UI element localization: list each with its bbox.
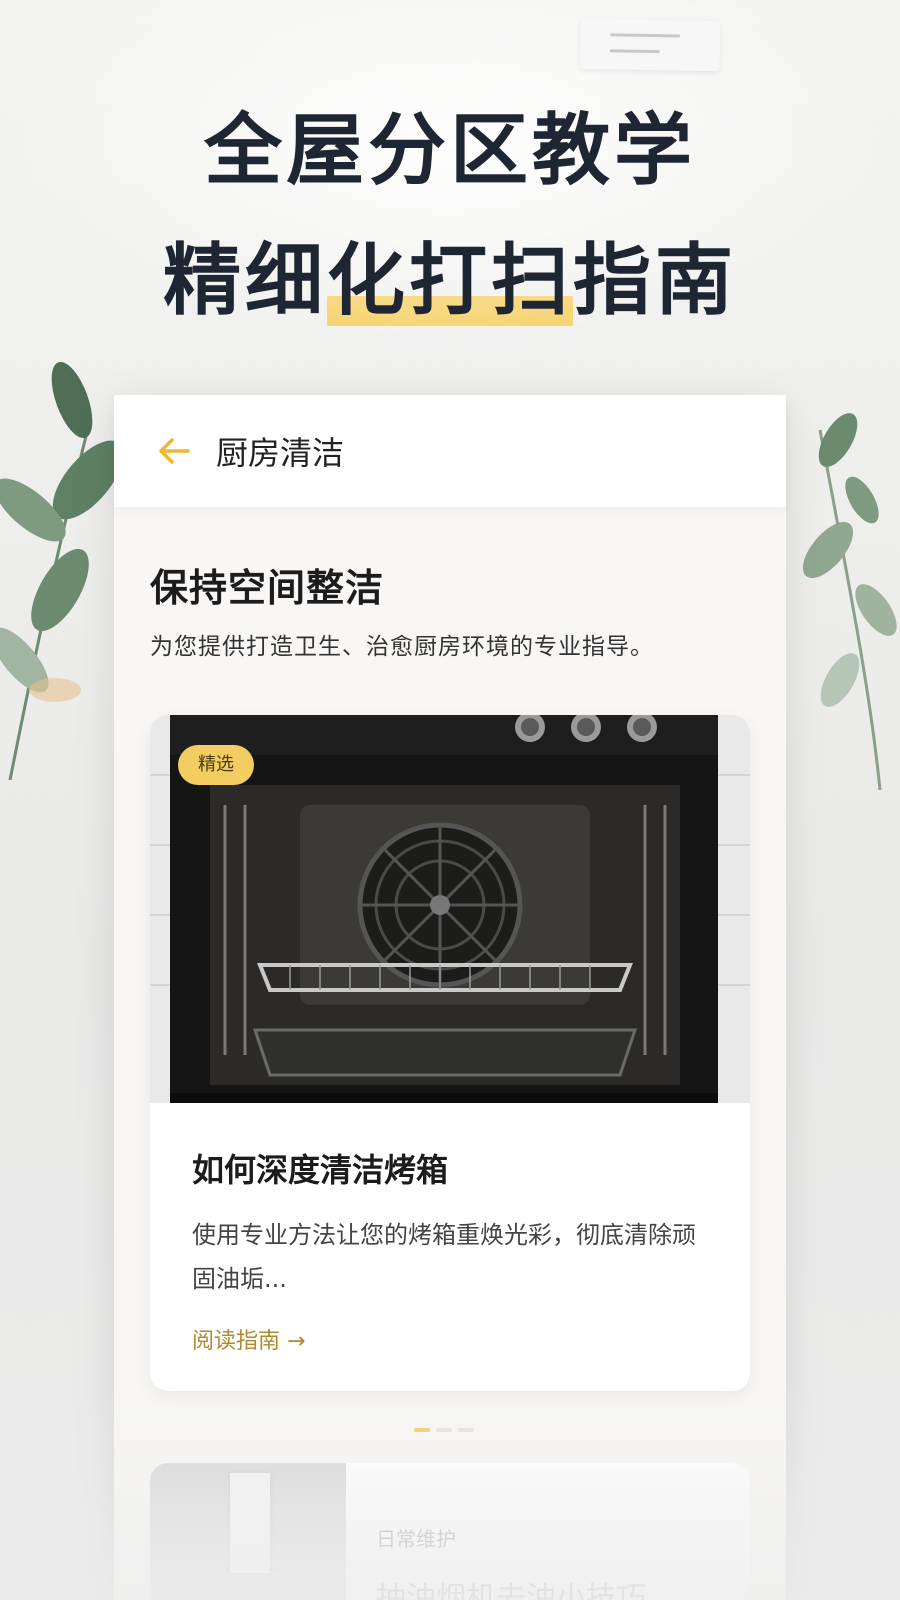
next-article-title: 抽油烟机去油小技巧 [376, 1581, 646, 1600]
featured-article-card[interactable]: 精选 如何深度清洁烤箱 使用专业方法让您的烤箱重焕光彩，彻底清除顽固油垢... … [150, 715, 750, 1391]
hero-title-line2: 精细 化打扫指南 [0, 218, 900, 330]
range-hood-image [150, 1463, 346, 1600]
carousel-pager [414, 1428, 474, 1432]
section-subtitle: 为您提供打造卫生、治愈厨房环境的专业指导。 [150, 634, 654, 660]
plant-decor-left [0, 362, 120, 780]
pager-dot[interactable] [458, 1428, 474, 1432]
article-title: 如何深度清洁烤箱 [192, 1151, 449, 1189]
page-title: 厨房清洁 [216, 434, 345, 472]
article-description: 使用专业方法让您的烤箱重焕光彩，彻底清除顽固油垢... [192, 1221, 696, 1293]
read-guide-link[interactable]: 阅读指南 → [192, 1323, 305, 1355]
hero-line2-end: 指南 [573, 236, 738, 326]
background-decor-card [579, 18, 721, 72]
section-title: 保持空间整洁 [150, 566, 385, 610]
hero-highlight: 化打扫 [326, 218, 573, 330]
hero-title-line1: 全屋分区教学 [203, 106, 696, 196]
hero-highlight-text: 化打扫 [326, 236, 573, 326]
pager-dot[interactable] [436, 1428, 452, 1432]
plant-decor-right [802, 413, 897, 790]
hero-line2-start: 精细 [162, 236, 327, 326]
next-article-tag: 日常维护 [376, 1527, 456, 1551]
featured-badge: 精选 [178, 745, 254, 785]
arrow-left-icon[interactable] [154, 431, 194, 471]
phone-screen: 厨房清洁 保持空间整洁 为您提供打造卫生、治愈厨房环境的专业指导。 精选 如何深… [114, 395, 786, 1600]
top-nav-bar: 厨房清洁 [114, 395, 786, 507]
next-article-card[interactable]: 日常维护 抽油烟机去油小技巧 [150, 1463, 750, 1600]
pager-dot[interactable] [414, 1428, 430, 1432]
